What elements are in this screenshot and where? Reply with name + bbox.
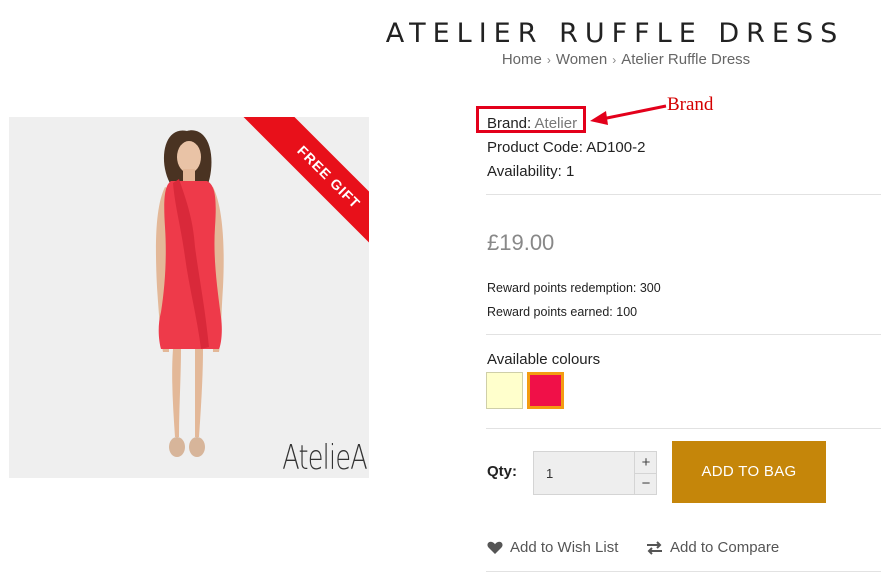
brand-logo: AtelieA [282,438,367,478]
heart-icon [487,541,503,555]
divider [486,334,881,335]
availability-line: Availability: 1 [487,163,574,180]
compare-arrows-icon [646,540,663,555]
product-code-line: Product Code: AD100-2 [487,139,645,156]
qty-label: Qty: [487,463,517,480]
product-title: ATELIER RUFFLE DRESS [385,18,845,49]
divider [486,571,881,572]
breadcrumb: Home › Women › Atelier Ruffle Dress [420,51,832,68]
availability-label: Availability: [487,163,562,180]
product-code-value: AD100-2 [586,139,646,156]
product-price: £19.00 [487,230,555,255]
brand-label: Brand: [487,115,532,132]
add-to-wishlist-link[interactable]: Add to Wish List [487,539,618,556]
reward-earned: Reward points earned: 100 [487,305,638,319]
annotation-label: Brand [667,94,714,115]
breadcrumb-women[interactable]: Women [556,51,607,68]
qty-decrease-button[interactable]: − [634,473,657,494]
breadcrumb-separator: › [546,53,551,67]
breadcrumb-current: Atelier Ruffle Dress [621,51,751,68]
reward-redemption: Reward points redemption: 300 [487,281,661,295]
add-to-compare-link[interactable]: Add to Compare [646,539,779,556]
qty-increase-button[interactable]: + [634,452,657,474]
brand-link[interactable]: Atelier [535,115,578,132]
free-gift-ribbon: FREE GIFT [219,117,369,267]
wishlist-label: Add to Wish List [510,539,619,556]
quantity-input[interactable] [534,452,634,494]
add-to-bag-button[interactable]: ADD TO BAG [672,441,826,503]
colour-swatch-red[interactable] [527,372,564,409]
compare-label: Add to Compare [670,539,780,556]
product-code-label: Product Code: [487,139,583,156]
product-image[interactable]: FREE GIFT AtelieA [9,117,369,478]
available-colours-label: Available colours [487,351,601,368]
availability-value: 1 [565,163,575,180]
breadcrumb-separator: › [612,53,617,67]
divider [486,428,881,429]
quantity-stepper: + − [533,451,657,495]
free-gift-ribbon-label: FREE GIFT [242,117,369,264]
brand-line: Brand: Atelier [487,115,577,132]
colour-swatch-cream[interactable] [486,372,523,409]
breadcrumb-home[interactable]: Home [502,51,542,68]
annotation-arrow-icon [590,104,667,125]
divider [486,194,881,195]
